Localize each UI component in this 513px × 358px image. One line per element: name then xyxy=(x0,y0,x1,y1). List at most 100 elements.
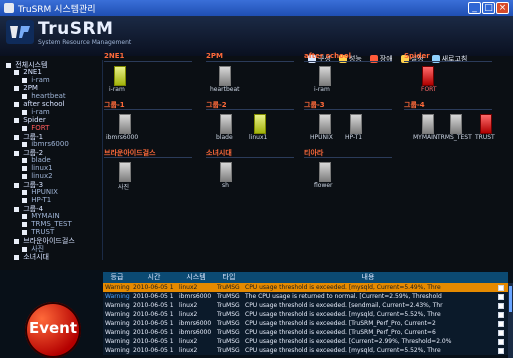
device-label: blade xyxy=(216,134,233,141)
table-row[interactable]: Warning 2010-06-05 1 linux2 TruMSG CPU u… xyxy=(103,337,513,346)
tree-item-iram-1[interactable]: i-ram xyxy=(22,76,50,84)
device-label: MYMAIN xyxy=(413,134,438,141)
row-checkbox[interactable] xyxy=(498,330,504,336)
tree-item-mymain[interactable]: MYMAIN xyxy=(22,212,60,220)
close-button[interactable]: × xyxy=(496,2,509,14)
event-level: Warning xyxy=(105,347,130,354)
tree-item-label: 소녀시대 xyxy=(23,253,49,261)
table-row[interactable]: Warning 2010-06-05 1 ibmrs6000 TruMSG CP… xyxy=(103,328,513,337)
device-photo[interactable] xyxy=(119,162,131,182)
device-hpunix[interactable] xyxy=(319,114,331,134)
tree-item-label: FORT xyxy=(31,124,50,132)
event-message: CPU usage threshold is exceeded. [sendma… xyxy=(245,302,443,309)
tree-item-heartbeat[interactable]: heartbeat xyxy=(22,92,66,100)
tree-item-hp-t1[interactable]: HP-T1 xyxy=(22,196,51,204)
row-checkbox[interactable] xyxy=(498,321,504,327)
tree-group-2ne1[interactable]: 2NE1 xyxy=(14,68,42,76)
event-system: ibmrs6000 xyxy=(179,329,212,336)
tree-item-label: linux1 xyxy=(31,164,53,172)
tree-item-iram-2[interactable]: i-ram xyxy=(22,108,50,116)
device-trust[interactable] xyxy=(480,114,492,134)
event-system: linux2 xyxy=(179,311,198,318)
event-system: ibmrs6000 xyxy=(179,293,212,300)
row-checkbox[interactable] xyxy=(498,285,504,291)
tree-item-fort[interactable]: FORT xyxy=(22,124,49,132)
device-fort[interactable] xyxy=(422,66,434,86)
event-system: linux2 xyxy=(179,284,198,291)
device-iram-2ne1[interactable] xyxy=(114,66,126,86)
tree-group-2pm[interactable]: 2PM xyxy=(14,84,38,92)
row-checkbox[interactable] xyxy=(498,312,504,318)
row-checkbox[interactable] xyxy=(498,303,504,309)
event-level: Warning xyxy=(105,329,130,336)
tree-item-label: ibmrs6000 xyxy=(31,140,69,148)
tree-group-spider[interactable]: Spider xyxy=(14,116,46,124)
event-level: Warning xyxy=(105,284,130,291)
device-blade[interactable] xyxy=(220,114,232,134)
maximize-button[interactable]: □ xyxy=(482,2,495,14)
table-row[interactable]: Warning 2010-06-05 1 ibmrs6000 TruMSG Th… xyxy=(103,292,513,301)
row-checkbox[interactable] xyxy=(498,294,504,300)
table-row[interactable]: Warning 2010-06-05 1 ibmrs6000 TruMSG CP… xyxy=(103,319,513,328)
event-level: Warning xyxy=(105,320,130,327)
device-iram-after-school[interactable] xyxy=(319,66,331,86)
tree-square-icon xyxy=(22,221,27,227)
row-checkbox[interactable] xyxy=(498,339,504,345)
device-flower[interactable] xyxy=(319,162,331,182)
table-row[interactable]: Warning 2010-06-05 1 linux2 TruMSG CPU u… xyxy=(103,310,513,319)
table-row[interactable]: Warning 2010-06-05 1 linux2 TruMSG CPU u… xyxy=(103,283,513,292)
event-scrollbar-thumb[interactable] xyxy=(509,286,512,312)
tree-square-icon xyxy=(14,150,19,156)
device-label: i-ram xyxy=(109,86,125,93)
brand-tagline: System Resource Management xyxy=(38,39,132,46)
device-linux1[interactable] xyxy=(254,114,266,134)
event-type: TruMSG xyxy=(217,320,240,327)
tree-item-label: TRMS_TEST xyxy=(31,220,72,228)
tree-square-icon xyxy=(22,77,27,83)
event-level: Warning xyxy=(105,302,130,309)
tree-group-after-school[interactable]: after school xyxy=(14,100,64,108)
tree-item-hpunix[interactable]: HPUNIX xyxy=(22,188,58,196)
group-underline xyxy=(304,157,392,158)
event-type: TruMSG xyxy=(217,338,240,345)
table-row[interactable]: Warning 2010-06-05 1 linux2 TruMSG CPU u… xyxy=(103,301,513,310)
device-label: sh xyxy=(222,182,229,189)
event-type: TruMSG xyxy=(217,347,240,354)
trusrm-logo-icon xyxy=(6,20,34,44)
event-time: 2010-06-05 1 xyxy=(133,347,174,354)
device-trms-test[interactable] xyxy=(450,114,462,134)
device-heartbeat[interactable] xyxy=(219,66,231,86)
tree-square-icon xyxy=(14,182,19,188)
device-ibmrs6000[interactable] xyxy=(119,114,131,134)
event-scrollbar[interactable] xyxy=(508,283,513,358)
group-title-spider: Spider xyxy=(404,52,430,60)
tree-square-icon xyxy=(22,189,27,195)
tree-group-girls-generation[interactable]: 소녀시대 xyxy=(14,252,49,262)
brand-title: TruSRM xyxy=(38,19,114,39)
system-tree: 전체시스템 2NE1 i-ram 2PM heartbeat after sch… xyxy=(4,60,102,262)
event-message: CPU usage threshold is exceeded. [mysqld… xyxy=(245,311,441,318)
tree-item-label: i-ram xyxy=(31,76,50,84)
tree-square-icon xyxy=(6,62,11,68)
tree-item-trms-test[interactable]: TRMS_TEST xyxy=(22,220,72,228)
group-title-2ne1: 2NE1 xyxy=(104,52,125,60)
event-button[interactable]: Event xyxy=(25,302,81,358)
device-mymain[interactable] xyxy=(422,114,434,134)
device-sh[interactable] xyxy=(220,162,232,182)
col-message: 내용 xyxy=(243,272,493,283)
tree-item-trust[interactable]: TRUST xyxy=(22,228,54,236)
tree-item-blade[interactable]: blade xyxy=(22,156,51,164)
device-hp-t1[interactable] xyxy=(350,114,362,134)
app-header: TruSRM System Resource Management 구성 성능 … xyxy=(0,16,513,63)
table-row[interactable]: Warning 2010-06-05 1 linux2 TruMSG CPU u… xyxy=(103,346,513,355)
app-window: TruSRM 시스템관리 _ □ × TruSRM System Resourc… xyxy=(0,0,513,358)
tree-square-icon xyxy=(14,134,19,140)
minimize-button[interactable]: _ xyxy=(468,2,481,14)
tree-item-ibmrs6000[interactable]: ibmrs6000 xyxy=(22,140,69,148)
tree-item-linux2[interactable]: linux2 xyxy=(22,172,53,180)
row-checkbox[interactable] xyxy=(498,348,504,354)
col-check xyxy=(493,272,508,283)
tree-item-linux1[interactable]: linux1 xyxy=(22,164,53,172)
col-time: 시간 xyxy=(131,272,177,283)
device-label: heartbeat xyxy=(210,86,240,93)
